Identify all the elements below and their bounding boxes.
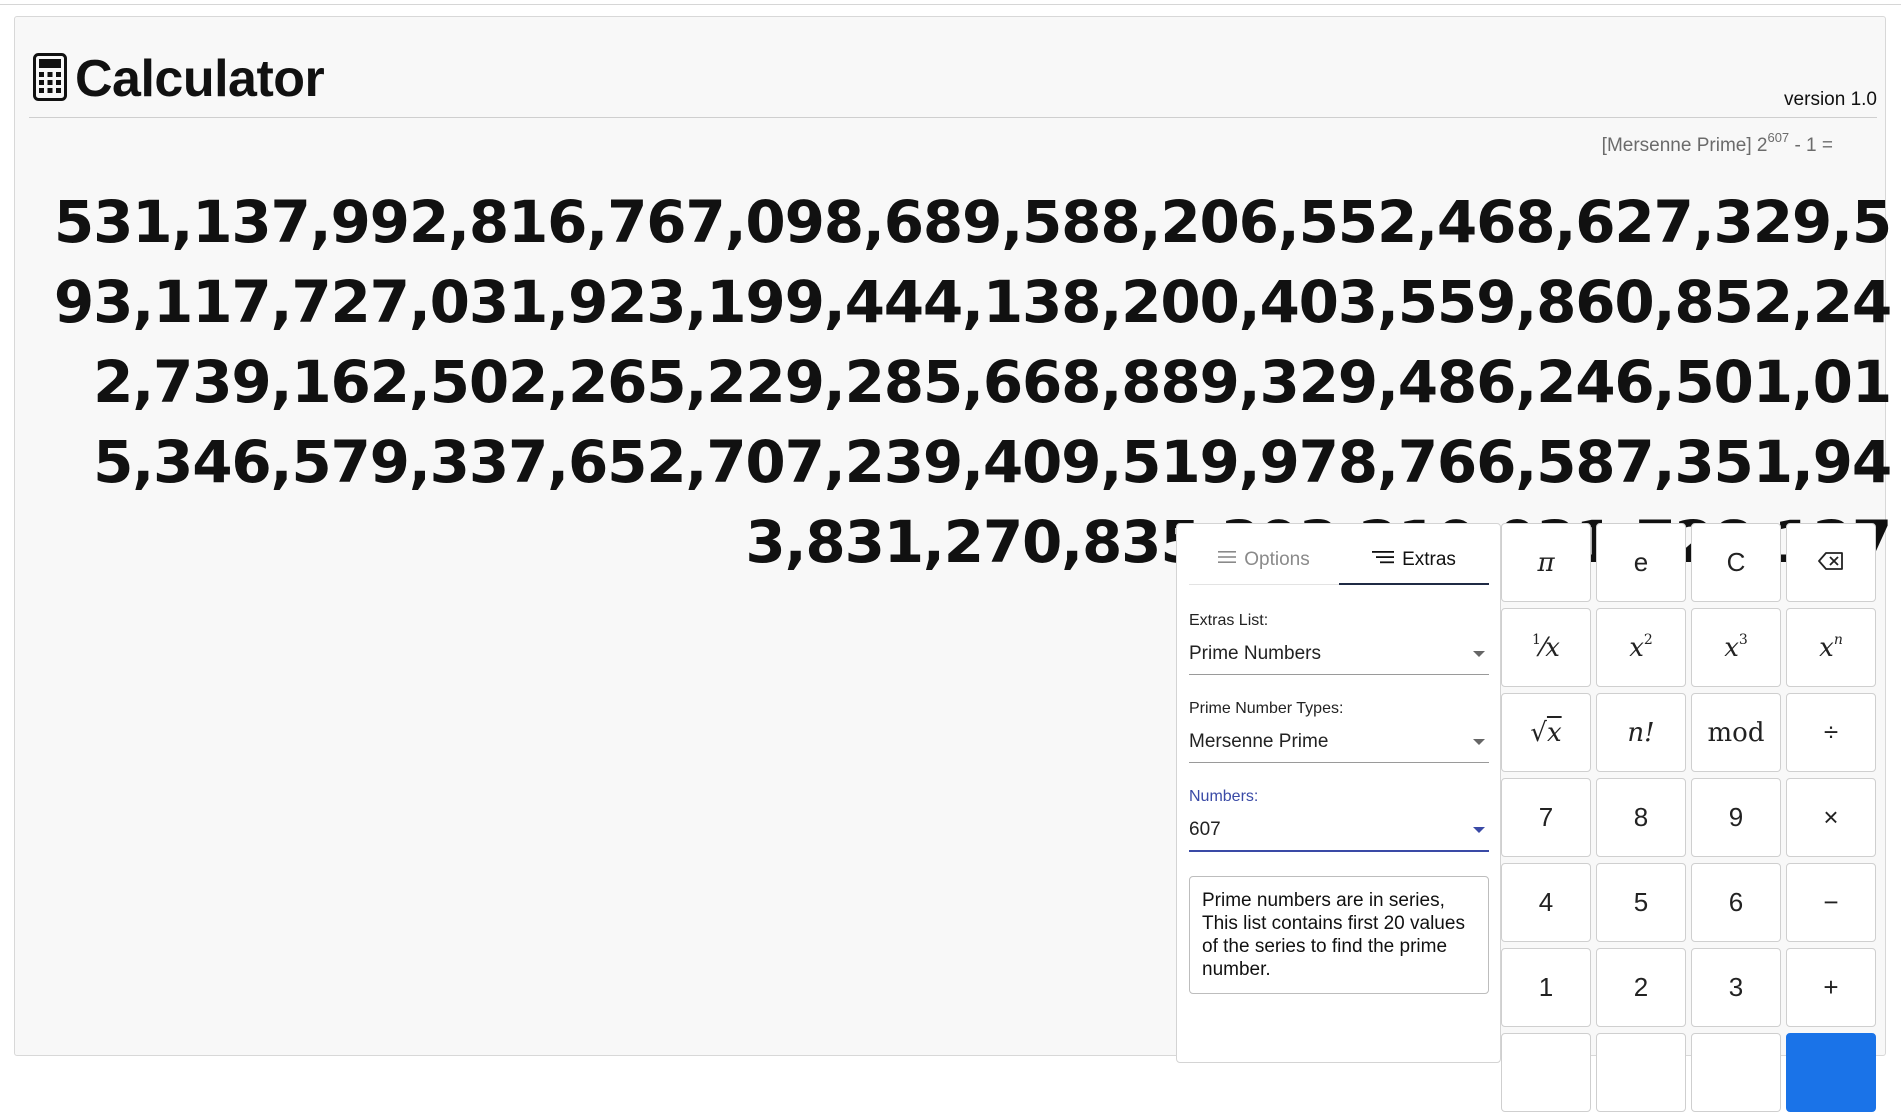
one-button[interactable]: 1 xyxy=(1501,948,1591,1027)
cube-exponent: 3 xyxy=(1738,631,1748,648)
bottom-key-2[interactable] xyxy=(1596,1033,1686,1112)
four-label: 4 xyxy=(1538,887,1554,917)
sqrt-button[interactable]: √x xyxy=(1501,693,1591,772)
factorial-label: n! xyxy=(1627,717,1655,748)
two-label: 2 xyxy=(1633,972,1649,1002)
six-label: 6 xyxy=(1728,887,1744,917)
mod-label: mod xyxy=(1707,717,1765,748)
bottom-key-3[interactable] xyxy=(1691,1033,1781,1112)
extras-list-field: Extras List: Prime Numbers xyxy=(1189,612,1489,675)
nine-label: 9 xyxy=(1728,802,1744,832)
power-base: x xyxy=(1819,632,1834,663)
equals-button[interactable] xyxy=(1786,1033,1876,1112)
extras-list-label: Extras List: xyxy=(1189,612,1269,629)
reciprocal-numerator: 1 xyxy=(1532,631,1541,648)
power-label: xn xyxy=(1819,633,1843,663)
eight-button[interactable]: 8 xyxy=(1596,778,1686,857)
expression-suffix: - 1 = xyxy=(1789,135,1833,156)
plus-button[interactable]: + xyxy=(1786,948,1876,1027)
sqrt-operand: x xyxy=(1546,717,1562,748)
tab-extras-label: Extras xyxy=(1402,548,1456,570)
backspace-icon xyxy=(1818,547,1844,578)
pi-label: π xyxy=(1537,547,1555,578)
divide-button[interactable]: ÷ xyxy=(1786,693,1876,772)
divide-label: ÷ xyxy=(1823,717,1839,747)
nine-button[interactable]: 9 xyxy=(1691,778,1781,857)
backspace-button[interactable] xyxy=(1786,523,1876,602)
menu-icon xyxy=(1218,549,1237,571)
extras-list-select[interactable]: Prime Numbers xyxy=(1189,634,1489,675)
square-label: x2 xyxy=(1629,633,1653,663)
sqrt-label: √x xyxy=(1530,717,1562,748)
three-label: 3 xyxy=(1728,972,1744,1002)
caret-down-icon xyxy=(1473,739,1485,745)
expression-exponent: 607 xyxy=(1767,130,1790,145)
version-label: version 1.0 xyxy=(1784,89,1877,110)
prime-types-label: Prime Number Types: xyxy=(1189,700,1344,717)
caret-down-icon xyxy=(1473,651,1485,657)
power-button[interactable]: xn xyxy=(1786,608,1876,687)
calculator-app: Calculator version 1.0 [Mersenne Prime] … xyxy=(14,16,1892,1112)
top-border xyxy=(0,0,1901,5)
factorial-button[interactable]: n! xyxy=(1596,693,1686,772)
header: Calculator version 1.0 xyxy=(29,31,1877,118)
square-button[interactable]: x2 xyxy=(1596,608,1686,687)
one-label: 1 xyxy=(1538,972,1554,1002)
power-exponent: n xyxy=(1833,631,1843,648)
multiply-label: × xyxy=(1823,802,1839,832)
reciprocal-button[interactable]: 1⁄x xyxy=(1501,608,1591,687)
info-box: Prime numbers are in series, This list c… xyxy=(1189,876,1489,994)
plus-label: + xyxy=(1823,972,1839,1002)
prime-types-value: Mersenne Prime xyxy=(1189,731,1329,752)
list-icon xyxy=(1372,549,1395,571)
numbers-value: 607 xyxy=(1189,819,1221,840)
panel-tabs: Options Extras xyxy=(1189,536,1489,585)
numbers-field: Numbers: 607 xyxy=(1189,788,1489,852)
minus-label: − xyxy=(1823,887,1839,917)
four-button[interactable]: 4 xyxy=(1501,863,1591,942)
extras-panel: Options Extras Extras List: Prime Number… xyxy=(1176,523,1501,1063)
reciprocal-denominator: x xyxy=(1545,632,1560,663)
five-button[interactable]: 5 xyxy=(1596,863,1686,942)
expression-display: [Mersenne Prime] 2607 - 1 = xyxy=(1601,131,1833,157)
cube-label: x3 xyxy=(1724,633,1748,663)
three-button[interactable]: 3 xyxy=(1691,948,1781,1027)
bottom-key-1[interactable] xyxy=(1501,1033,1591,1112)
cube-base: x xyxy=(1724,632,1739,663)
square-exponent: 2 xyxy=(1643,631,1653,648)
caret-down-icon xyxy=(1473,827,1485,833)
six-button[interactable]: 6 xyxy=(1691,863,1781,942)
clear-button[interactable]: C xyxy=(1691,523,1781,602)
seven-button[interactable]: 7 xyxy=(1501,778,1591,857)
five-label: 5 xyxy=(1633,887,1649,917)
prime-types-field: Prime Number Types: Mersenne Prime xyxy=(1189,700,1489,763)
two-button[interactable]: 2 xyxy=(1596,948,1686,1027)
multiply-button[interactable]: × xyxy=(1786,778,1876,857)
eight-label: 8 xyxy=(1633,802,1649,832)
e-button[interactable]: e xyxy=(1596,523,1686,602)
extras-list-value: Prime Numbers xyxy=(1189,643,1321,664)
tab-options-label: Options xyxy=(1244,549,1310,570)
reciprocal-label: 1⁄x xyxy=(1532,631,1560,663)
calculator-icon xyxy=(33,53,67,101)
prime-types-select[interactable]: Mersenne Prime xyxy=(1189,722,1489,763)
mod-button[interactable]: mod xyxy=(1691,693,1781,772)
tab-options[interactable]: Options xyxy=(1189,536,1339,584)
expression-prefix: [Mersenne Prime] 2 xyxy=(1601,135,1768,156)
cube-button[interactable]: x3 xyxy=(1691,608,1781,687)
clear-label: C xyxy=(1726,547,1746,577)
e-label: e xyxy=(1633,547,1649,577)
app-title: Calculator xyxy=(75,50,325,108)
numbers-select[interactable]: 607 xyxy=(1189,810,1489,852)
pi-button[interactable]: π xyxy=(1501,523,1591,602)
result-display: 531,137,992,816,767,098,689,588,206,552,… xyxy=(53,188,1892,576)
square-base: x xyxy=(1629,632,1644,663)
minus-button[interactable]: − xyxy=(1786,863,1876,942)
numbers-label: Numbers: xyxy=(1189,788,1259,805)
seven-label: 7 xyxy=(1538,802,1554,832)
tab-extras[interactable]: Extras xyxy=(1339,536,1489,585)
